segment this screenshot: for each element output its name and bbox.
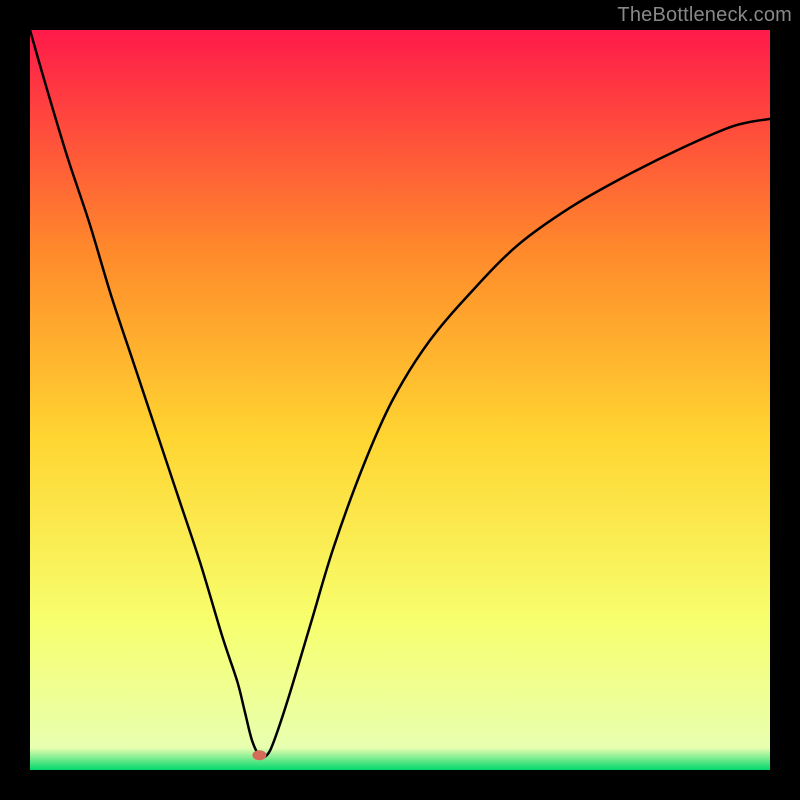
plot-area <box>30 30 770 770</box>
watermark-text: TheBottleneck.com <box>617 4 792 27</box>
optimum-marker <box>252 750 266 760</box>
chart-frame: TheBottleneck.com <box>0 0 800 800</box>
chart-svg <box>30 30 770 770</box>
gradient-backdrop <box>30 30 770 770</box>
